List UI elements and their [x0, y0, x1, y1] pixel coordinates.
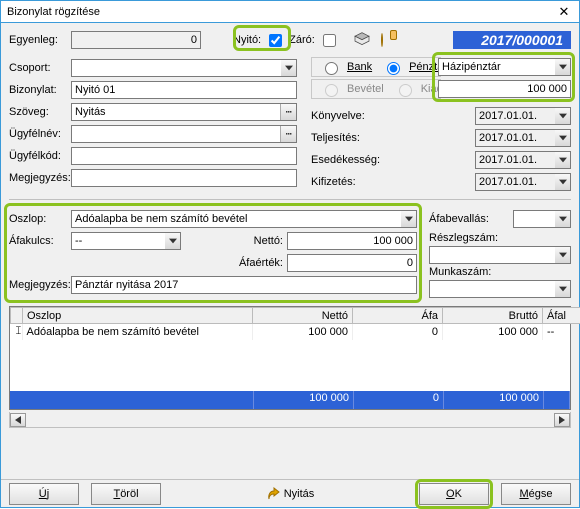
print-icon[interactable] — [353, 32, 371, 49]
clientname-field[interactable] — [71, 125, 297, 143]
ellipsis-icon[interactable]: ··· — [280, 104, 296, 120]
group-label: Csoport: — [9, 62, 67, 74]
posted-label: Könyvelve: — [311, 110, 399, 122]
dept-combo[interactable] — [429, 246, 571, 264]
refresh-label: Nyitás — [284, 488, 315, 500]
column-label: Oszlop: — [9, 213, 67, 225]
col-brutto: Bruttó — [443, 308, 543, 324]
scroll-left-icon — [10, 413, 26, 427]
cancel-button[interactable]: Mégse — [501, 483, 571, 505]
voucher-label: Bizonylat: — [9, 84, 67, 96]
close-icon[interactable]: ✕ — [555, 3, 573, 21]
bank-radio[interactable] — [325, 62, 338, 75]
lineremark-field[interactable] — [71, 276, 417, 294]
lines-grid[interactable]: Oszlop Nettó Áfa Bruttó Áfal 𝙸 Adóalapba… — [9, 306, 571, 410]
window-title: Bizonylat rögzítése — [7, 6, 555, 18]
col-afak: Áfal — [543, 308, 580, 324]
chevron-down-icon[interactable] — [555, 151, 571, 169]
scroll-right-icon — [554, 413, 570, 427]
voucher-field[interactable] — [71, 81, 297, 99]
dept-label: Részlegszám: — [429, 232, 498, 244]
column-combo[interactable] — [71, 210, 417, 228]
remark-field[interactable] — [71, 169, 297, 187]
chevron-down-icon[interactable] — [555, 58, 571, 76]
chevron-down-icon[interactable] — [555, 246, 571, 264]
clientname-label: Ügyfélnév: — [9, 128, 67, 140]
balance-label: Egyenleg: — [9, 34, 67, 46]
chevron-down-icon[interactable] — [401, 210, 417, 228]
payment-label: Kifizetés: — [311, 176, 399, 188]
col-oszlop: Oszlop — [23, 308, 253, 324]
col-afa: Áfa — [353, 308, 443, 324]
clientcode-field[interactable] — [71, 147, 297, 165]
new-button[interactable]: Új — [9, 483, 79, 505]
income-radio — [325, 84, 338, 97]
vat-label: Áfaérték: — [231, 257, 283, 269]
net-label: Nettó: — [231, 235, 283, 247]
amount-field[interactable] — [438, 80, 571, 98]
row-cursor-icon: 𝙸 — [11, 324, 23, 340]
job-combo[interactable] — [429, 280, 571, 298]
text-field[interactable] — [71, 103, 297, 121]
fulfil-label: Teljesítés: — [311, 132, 399, 144]
closing-label: Záró: — [289, 34, 315, 46]
vatreturn-label: Áfabevallás: — [429, 213, 489, 225]
bank-label: Bank — [347, 61, 372, 73]
group-combo[interactable] — [71, 59, 297, 77]
ellipsis-icon[interactable]: ··· — [280, 126, 296, 142]
text-label: Szöveg: — [9, 106, 67, 118]
chevron-down-icon[interactable] — [555, 107, 571, 125]
expense-radio — [399, 84, 412, 97]
closing-checkbox[interactable] — [323, 34, 336, 47]
chevron-down-icon[interactable] — [165, 232, 181, 250]
ok-button[interactable]: OK — [419, 483, 489, 505]
horizontal-scrollbar[interactable] — [9, 412, 571, 428]
table-row[interactable]: 𝙸 Adóalapba be nem számító bevétel 100 0… — [11, 324, 580, 341]
col-netto: Nettó — [253, 308, 353, 324]
chevron-down-icon[interactable] — [555, 280, 571, 298]
opening-checkbox[interactable] — [269, 34, 282, 47]
job-label: Munkaszám: — [429, 266, 491, 278]
clientcode-label: Ügyfélkód: — [9, 150, 67, 162]
chevron-down-icon[interactable] — [555, 129, 571, 147]
coins-icon[interactable] — [381, 34, 383, 46]
serial-number: 2017/000001 — [453, 31, 571, 49]
chevron-down-icon[interactable] — [555, 173, 571, 191]
income-label: Bevétel — [347, 83, 384, 95]
account-combo[interactable] — [438, 58, 571, 76]
chevron-down-icon[interactable] — [555, 210, 571, 228]
refresh-icon[interactable]: Nyitás — [266, 487, 315, 501]
cash-radio[interactable] — [387, 62, 400, 75]
due-label: Esedékesség: — [311, 154, 399, 166]
chevron-down-icon[interactable] — [281, 59, 297, 77]
lineremark-label: Megjegyzés: — [9, 279, 67, 291]
vatkey-label: Áfakulcs: — [9, 235, 67, 247]
balance-field — [71, 31, 201, 49]
grid-total-row: 100 000 0 100 000 — [10, 391, 570, 409]
net-field[interactable] — [287, 232, 417, 250]
vat-field[interactable] — [287, 254, 417, 272]
remark-label: Megjegyzés: — [9, 172, 67, 184]
opening-label: Nyitó: — [233, 34, 261, 46]
delete-button[interactable]: Töröl — [91, 483, 161, 505]
grid-header-row: Oszlop Nettó Áfa Bruttó Áfal — [11, 308, 580, 324]
